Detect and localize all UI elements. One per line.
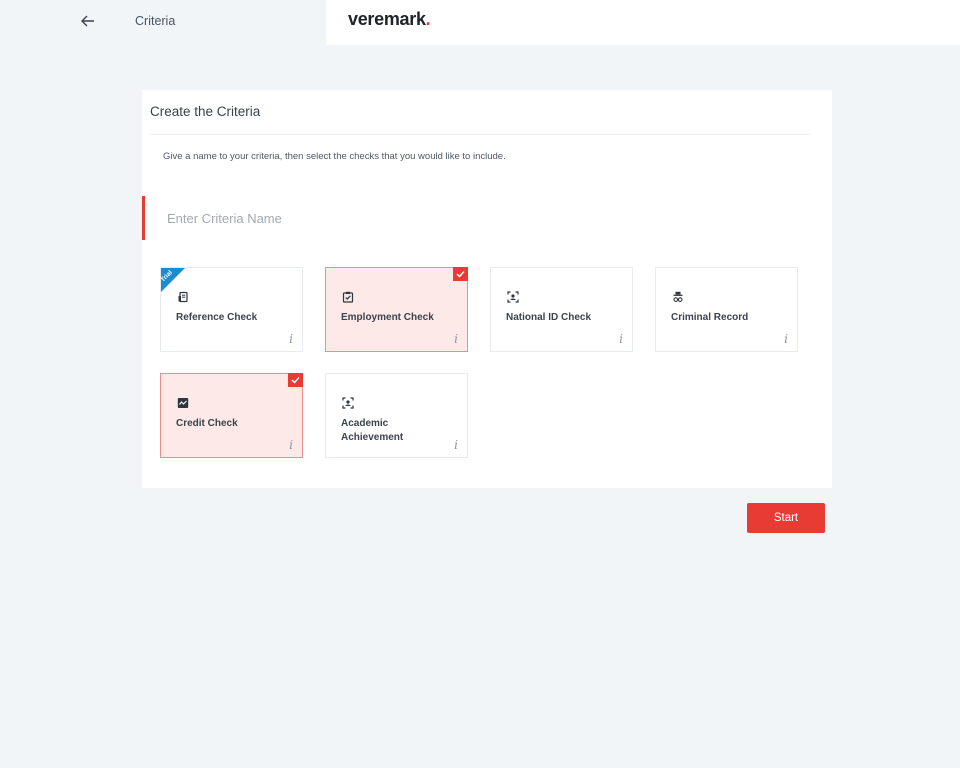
id-scan-icon xyxy=(342,397,354,409)
criteria-name-input[interactable] xyxy=(167,208,527,228)
checkmark-icon xyxy=(456,270,465,278)
selected-checkmark-badge xyxy=(288,373,303,387)
info-icon[interactable]: i xyxy=(454,438,458,452)
trial-ribbon: Trial xyxy=(161,268,185,292)
back-button[interactable] xyxy=(78,11,98,31)
criteria-card: Create the Criteria Give a name to your … xyxy=(142,90,832,488)
clipboard-check-icon xyxy=(342,291,354,303)
card-title: Create the Criteria xyxy=(150,104,261,119)
info-icon[interactable]: i xyxy=(289,438,293,452)
criteria-name-field xyxy=(142,196,542,240)
check-card-academic[interactable]: Academic Achievement i xyxy=(325,373,468,458)
document-icon xyxy=(178,291,188,303)
id-scan-icon xyxy=(507,291,519,303)
check-label: Criminal Record xyxy=(671,312,749,323)
check-card-reference[interactable]: Trial Reference Check i xyxy=(160,267,303,352)
check-card-criminal-record[interactable]: Criminal Record i xyxy=(655,267,798,352)
top-bar: Criteria veremark. xyxy=(0,0,960,45)
page-title: Criteria xyxy=(135,14,176,28)
arrow-left-icon xyxy=(81,15,94,27)
check-label: National ID Check xyxy=(506,312,592,323)
info-icon[interactable]: i xyxy=(289,332,293,346)
checkmark-icon xyxy=(291,376,300,384)
top-bar-left: Criteria xyxy=(0,0,326,45)
start-button[interactable]: Start xyxy=(747,503,825,533)
logo-text: veremark xyxy=(348,9,426,29)
brand-header: veremark. xyxy=(326,0,960,45)
logo-dot: . xyxy=(425,9,431,29)
card-description: Give a name to your criteria, then selec… xyxy=(163,151,506,162)
info-icon[interactable]: i xyxy=(619,332,623,346)
check-label: Credit Check xyxy=(176,418,238,429)
check-card-credit[interactable]: Credit Check i xyxy=(160,373,303,458)
logo[interactable]: veremark. xyxy=(348,9,431,30)
check-card-national-id[interactable]: National ID Check i xyxy=(490,267,633,352)
chart-line-icon xyxy=(177,398,189,408)
check-card-employment[interactable]: Employment Check i xyxy=(325,267,468,352)
info-icon[interactable]: i xyxy=(454,332,458,346)
divider xyxy=(150,134,810,135)
check-label: Reference Check xyxy=(176,312,258,323)
selected-checkmark-badge xyxy=(453,267,468,281)
check-label: Academic Achievement xyxy=(341,418,404,443)
detective-icon xyxy=(673,291,683,302)
info-icon[interactable]: i xyxy=(784,332,788,346)
check-label: Employment Check xyxy=(341,312,434,323)
